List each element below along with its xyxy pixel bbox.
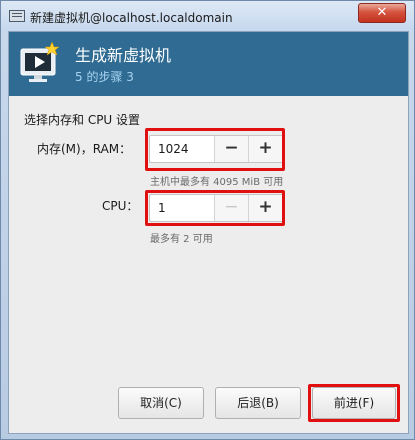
monitor-star-icon: [20, 41, 59, 82]
dialog-window: 新建虚拟机@localhost.localdomain ✕ 生成新虚拟机 5 的…: [0, 0, 415, 440]
memory-highlight-box: [145, 128, 285, 171]
memory-label: 内存(M)，RAM：: [37, 142, 132, 156]
cpu-label: CPU：: [102, 199, 139, 213]
wizard-step-indicator: 5 的步骤 3: [75, 70, 134, 84]
title-bar[interactable]: 新建虚拟机@localhost.localdomain ✕: [1, 1, 414, 31]
app-icon: [9, 10, 25, 22]
cpu-highlight-box: [145, 190, 285, 226]
close-button[interactable]: ✕: [358, 3, 406, 23]
dialog-content: 生成新虚拟机 5 的步骤 3 选择内存和 CPU 设置 内存(M)，RAM： 1…: [8, 31, 409, 434]
window-title: 新建虚拟机@localhost.localdomain: [30, 11, 233, 25]
wizard-banner: 生成新虚拟机 5 的步骤 3: [9, 32, 408, 96]
memory-hint: 主机中最多有 4095 MiB 可用: [150, 177, 284, 188]
section-heading: 选择内存和 CPU 设置: [24, 113, 141, 127]
wizard-title: 生成新虚拟机: [75, 46, 172, 65]
cpu-hint: 最多有 2 可用: [150, 234, 213, 245]
forward-highlight-box: [308, 384, 400, 422]
cancel-button[interactable]: 取消(C): [118, 387, 204, 419]
back-button[interactable]: 后退(B): [215, 387, 301, 419]
